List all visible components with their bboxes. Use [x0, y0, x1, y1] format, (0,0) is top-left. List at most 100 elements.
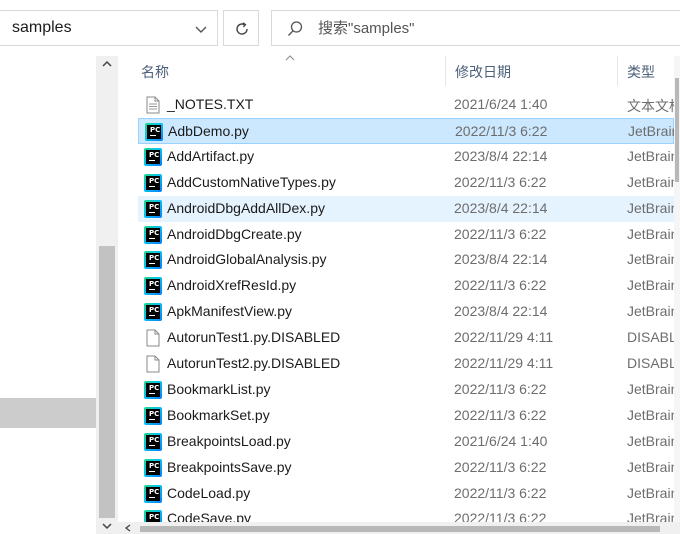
file-date: 2023/8/4 22:14 [454, 147, 548, 164]
address-bar[interactable]: samples [0, 10, 218, 46]
file-name: _NOTES.TXT [167, 96, 254, 112]
pycharm-icon: PC [144, 303, 162, 322]
horizontal-scroll-thumb[interactable] [140, 526, 660, 532]
file-name: CodeSave.py [167, 510, 252, 522]
file-name: BreakpointsSave.py [167, 458, 292, 475]
file-type: JetBrains [627, 406, 674, 423]
file-row[interactable]: AutorunTest2.py.DISABLED 2022/11/29 4:11 D… [138, 351, 674, 377]
file-date: 2022/11/3 6:22 [454, 380, 547, 397]
file-row[interactable]: PC AddCustomNativeTypes.py 2022/11/3 6:22 J… [138, 170, 674, 196]
file-row[interactable]: PC AdbDemo.py 2022/11/3 6:22 JetBrains [138, 117, 674, 144]
file-row[interactable]: PC CodeSave.py 2022/11/3 6:22 JetBrains [138, 506, 674, 522]
file-row[interactable]: PC AddArtifact.py 2023/8/4 22:14 JetBrains [138, 144, 674, 170]
file-name: AndroidDbgCreate.py [167, 225, 302, 242]
nav-scroll-thumb[interactable] [99, 246, 115, 518]
file-name: AndroidDbgAddAllDex.py [167, 199, 325, 216]
file-list: _NOTES.TXT 2021/6/24 1:40 文本文档 PC AdbDemo.py… [118, 92, 674, 522]
pycharm-icon: PC [144, 380, 162, 399]
file-type: JetBrains [628, 122, 674, 139]
file-type: JetBrains [627, 251, 674, 268]
pycharm-icon: PC [145, 122, 163, 141]
nav-scrollbar[interactable] [96, 56, 118, 534]
file-date: 2022/11/29 4:11 [454, 329, 554, 346]
file-row[interactable]: _NOTES.TXT 2021/6/24 1:40 文本文档 [138, 92, 674, 118]
scroll-up-icon[interactable] [101, 59, 113, 69]
file-name: BreakpointsLoad.py [167, 432, 291, 449]
file-type: JetBrains [627, 458, 674, 475]
pycharm-icon: PC [144, 173, 162, 192]
refresh-icon [236, 22, 248, 35]
pycharm-icon: PC [144, 458, 162, 477]
blank-file-icon [144, 329, 162, 347]
file-date: 2022/11/3 6:22 [454, 510, 547, 522]
file-name: BookmarkSet.py [167, 406, 270, 423]
file-row[interactable]: PC BreakpointsSave.py 2022/11/3 6:22 JetBra… [138, 455, 674, 481]
column-divider[interactable] [445, 56, 446, 86]
file-date: 2023/8/4 22:14 [454, 251, 548, 268]
file-type: JetBrains [627, 277, 674, 294]
file-row[interactable]: PC ApkManifestView.py 2023/8/4 22:14 JetBra… [138, 299, 674, 325]
file-name: AutorunTest1.py.DISABLED [167, 329, 341, 346]
pycharm-icon: PC [144, 199, 162, 218]
file-name: AndroidXrefResId.py [167, 277, 297, 294]
file-name: AddCustomNativeTypes.py [167, 173, 336, 190]
search-box[interactable] [271, 10, 680, 46]
sort-ascending-icon [285, 55, 295, 61]
pycharm-icon: PC [144, 225, 162, 244]
address-folder: samples [12, 19, 72, 36]
file-date: 2022/11/29 4:11 [454, 355, 554, 371]
file-date: 2022/11/3 6:22 [454, 458, 547, 475]
file-date: 2022/11/3 6:22 [454, 225, 547, 242]
file-row[interactable]: PC AndroidGlobalAnalysis.py 2023/8/4 22:14… [138, 247, 674, 273]
file-type: JetBrains [627, 225, 674, 242]
file-name: ApkManifestView.py [167, 303, 293, 320]
file-type: JetBrains [627, 484, 674, 501]
file-type: JetBrains [627, 199, 674, 216]
pycharm-icon: PC [144, 484, 162, 503]
file-type: DISABLED [627, 355, 674, 371]
file-date: 2022/11/3 6:22 [455, 122, 548, 139]
file-type: DISABLED [627, 329, 674, 346]
navigation-pane [0, 56, 118, 534]
scroll-left-icon[interactable] [124, 524, 132, 532]
file-row[interactable]: PC CodeLoad.py 2022/11/3 6:22 JetBrains [138, 481, 674, 507]
file-row[interactable]: PC AndroidDbgAddAllDex.py 2023/8/4 22:14 Je… [138, 195, 674, 222]
file-date: 2021/6/24 1:40 [454, 432, 548, 449]
pycharm-icon: PC [144, 277, 162, 296]
column-header: 名称 修改日期 类型 [118, 55, 680, 86]
refresh-button[interactable] [223, 10, 259, 46]
search-icon [287, 21, 303, 36]
file-name: AddArtifact.py [167, 147, 255, 164]
file-date: 2023/8/4 22:14 [454, 199, 548, 216]
file-type: JetBrains [627, 303, 674, 320]
file-list-scroll-thumb[interactable] [675, 78, 679, 182]
file-date: 2023/8/4 22:14 [454, 303, 548, 320]
toolbar: samples [0, 0, 680, 56]
search-input[interactable] [318, 11, 678, 45]
pycharm-icon: PC [144, 510, 162, 522]
chevron-down-icon[interactable] [193, 21, 209, 37]
file-row[interactable]: PC BookmarkList.py 2022/11/3 6:22 JetBrains [138, 377, 674, 403]
column-name[interactable]: 名称 [141, 62, 169, 82]
column-divider[interactable] [617, 56, 618, 86]
file-row[interactable]: PC BookmarkSet.py 2022/11/3 6:22 JetBrains [138, 403, 674, 429]
horizontal-scrollbar[interactable] [118, 522, 680, 534]
file-row[interactable]: PC AndroidDbgCreate.py 2022/11/3 6:22 JetBr… [138, 222, 674, 248]
file-row[interactable]: PC AndroidXrefResId.py 2022/11/3 6:22 JetBr… [138, 273, 674, 299]
file-type: JetBrains [627, 147, 674, 164]
file-name: AutorunTest2.py.DISABLED [167, 355, 341, 371]
file-date: 2022/11/3 6:22 [454, 406, 547, 423]
file-date: 2022/11/3 6:22 [454, 173, 547, 190]
column-type[interactable]: 类型 [627, 62, 655, 82]
pycharm-icon: PC [144, 432, 162, 451]
file-row[interactable]: AutorunTest1.py.DISABLED 2022/11/29 4:11 D… [138, 325, 674, 351]
file-name: CodeLoad.py [167, 484, 251, 501]
file-type: JetBrains [627, 173, 674, 190]
nav-selected-item[interactable] [0, 398, 96, 428]
scroll-down-icon[interactable] [101, 521, 113, 531]
pycharm-icon: PC [144, 251, 162, 270]
column-date[interactable]: 修改日期 [455, 62, 511, 82]
file-list-scrollbar[interactable] [674, 56, 680, 522]
file-row[interactable]: PC BreakpointsLoad.py 2021/6/24 1:40 JetBra… [138, 429, 674, 455]
file-date: 2021/6/24 1:40 [454, 96, 548, 112]
